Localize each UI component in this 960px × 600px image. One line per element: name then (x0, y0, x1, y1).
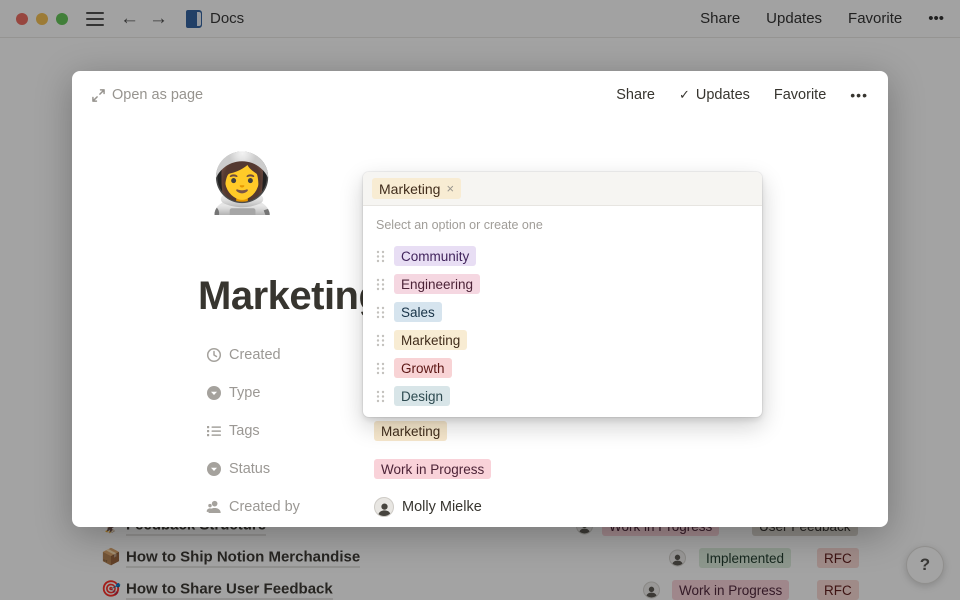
expand-icon (92, 89, 105, 102)
property-label: Tags (229, 423, 374, 439)
option-design[interactable]: Design (363, 382, 762, 410)
option-growth[interactable]: Growth (363, 354, 762, 382)
option-tag[interactable]: Marketing (394, 330, 467, 350)
property-row-status[interactable]: Status Work in Progress (205, 450, 845, 488)
share-button[interactable]: Share (616, 87, 655, 103)
tag-work-in-progress[interactable]: Work in Progress (374, 459, 491, 479)
option-tag[interactable]: Community (394, 246, 476, 266)
drag-handle-icon[interactable] (376, 278, 385, 291)
open-as-page-label: Open as page (112, 87, 203, 103)
option-sales[interactable]: Sales (363, 298, 762, 326)
tag-input[interactable]: Marketing × (363, 172, 762, 206)
select-icon (205, 460, 223, 478)
selected-tag-chip[interactable]: Marketing × (372, 178, 461, 199)
check-icon: ✓ (679, 87, 690, 103)
property-value[interactable]: Molly Mielke (374, 497, 482, 517)
page-emoji-icon[interactable]: 👩‍🚀 (206, 155, 278, 213)
open-as-page-button[interactable]: Open as page (92, 87, 203, 103)
property-value[interactable]: Work in Progress (374, 459, 491, 479)
property-label: Created by (229, 499, 374, 515)
option-tag[interactable]: Engineering (394, 274, 480, 294)
favorite-button[interactable]: Favorite (774, 87, 826, 103)
selected-tag-label: Marketing (379, 181, 440, 197)
drag-handle-icon[interactable] (376, 390, 385, 403)
option-marketing[interactable]: Marketing (363, 326, 762, 354)
property-label: Created (229, 347, 374, 363)
property-row-created-by[interactable]: Created by Molly Mielke (205, 488, 845, 526)
option-engineering[interactable]: Engineering (363, 270, 762, 298)
clock-icon (205, 346, 223, 364)
drag-handle-icon[interactable] (376, 306, 385, 319)
page-title[interactable]: Marketing (198, 274, 382, 319)
tag-select-dropdown: Marketing × Select an option or create o… (363, 172, 762, 417)
list-icon (205, 422, 223, 440)
dropdown-hint: Select an option or create one (363, 206, 762, 236)
screen: ← → Docs Share Updates Favorite ••• 🦅 Fe… (0, 0, 960, 600)
updates-label: Updates (696, 87, 750, 103)
drag-handle-icon[interactable] (376, 334, 385, 347)
updates-button[interactable]: ✓ Updates (679, 87, 750, 103)
remove-tag-icon[interactable]: × (446, 182, 454, 195)
property-row-tags[interactable]: Tags Marketing (205, 412, 845, 450)
property-value[interactable]: Marketing (374, 421, 447, 441)
property-label: Status (229, 461, 374, 477)
option-community[interactable]: Community (363, 242, 762, 270)
option-tag[interactable]: Sales (394, 302, 442, 322)
option-tag[interactable]: Growth (394, 358, 452, 378)
drag-handle-icon[interactable] (376, 250, 385, 263)
avatar-molly-mielke (374, 497, 394, 517)
more-button[interactable]: ••• (850, 87, 868, 103)
dropdown-options: Community Engineering Sales Marketing (363, 236, 762, 417)
drag-handle-icon[interactable] (376, 362, 385, 375)
person-icon (205, 498, 223, 516)
modal-header: Open as page Share ✓ Updates Favorite ••… (72, 71, 888, 119)
property-label: Type (229, 385, 374, 401)
created-by-name: Molly Mielke (402, 499, 482, 515)
select-icon (205, 384, 223, 402)
tag-marketing[interactable]: Marketing (374, 421, 447, 441)
option-tag[interactable]: Design (394, 386, 450, 406)
